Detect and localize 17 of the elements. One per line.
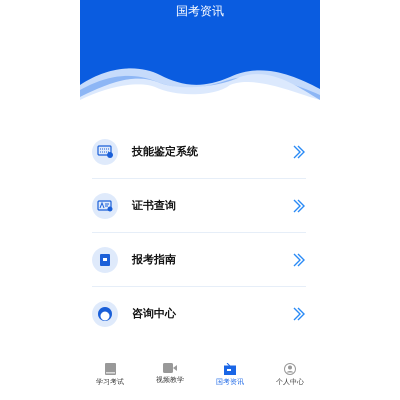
menu-item[interactable]: 咨询中心 [132, 306, 292, 321]
book-icon [104, 363, 116, 375]
document-icon [100, 254, 110, 266]
video-camera-icon [163, 363, 177, 373]
person-icon [97, 306, 113, 322]
chevron-right-icon[interactable] [292, 144, 306, 160]
menu-item[interactable]: 证书查询 [132, 198, 292, 213]
menu-item[interactable]: 报考指南 [132, 252, 292, 267]
user-icon [284, 363, 296, 375]
chevron-right-icon[interactable] [292, 252, 306, 268]
page-title: 国考资讯 [176, 3, 224, 19]
menu-item[interactable]: 技能鉴定系统 [132, 144, 292, 159]
news-icon [224, 363, 236, 375]
certificate-icon [97, 200, 113, 212]
keyboard-icon [97, 145, 113, 158]
chevron-right-icon[interactable] [292, 198, 306, 214]
chevron-right-icon[interactable] [292, 306, 306, 322]
